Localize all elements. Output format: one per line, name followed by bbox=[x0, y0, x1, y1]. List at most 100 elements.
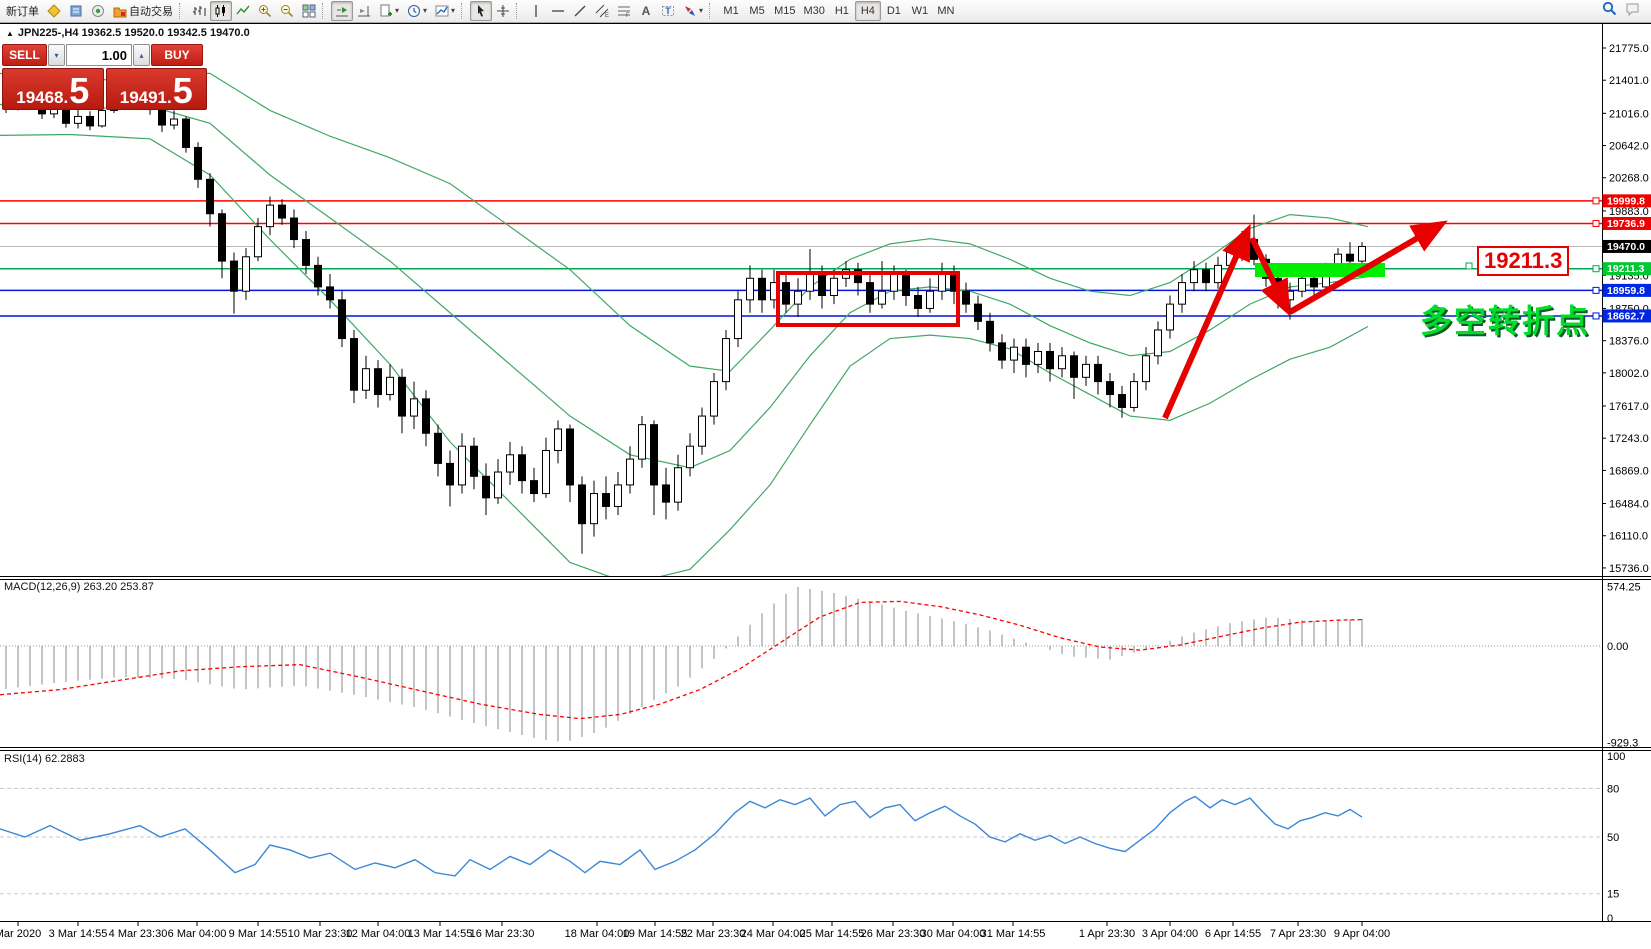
arrows-button[interactable]: ▾ bbox=[679, 1, 707, 21]
rsi-axis-label: 100 bbox=[1607, 751, 1625, 763]
templates-button[interactable]: ▾ bbox=[375, 1, 403, 21]
candle-body bbox=[1346, 253, 1354, 262]
crosshair-button[interactable] bbox=[492, 1, 514, 21]
candle-body bbox=[386, 376, 394, 396]
horizontal-line-button[interactable] bbox=[547, 1, 569, 21]
price-axis-label: 18002.0 bbox=[1609, 368, 1649, 380]
timeframe-m5-button[interactable]: M5 bbox=[744, 1, 770, 21]
sell-button[interactable]: SELL bbox=[2, 44, 47, 66]
new-order-button[interactable]: 新订单 bbox=[2, 1, 43, 21]
candle-body bbox=[1202, 269, 1210, 284]
zoom-out-button[interactable] bbox=[276, 1, 298, 21]
candle-body bbox=[734, 299, 742, 340]
volume-increase-button[interactable]: ▴ bbox=[133, 44, 150, 66]
candle-body bbox=[686, 445, 694, 469]
candle-body bbox=[674, 467, 682, 503]
timeframe-mn-button[interactable]: MN bbox=[933, 1, 959, 21]
timeframe-h1-button[interactable]: H1 bbox=[829, 1, 855, 21]
zoom-out-icon bbox=[280, 4, 294, 18]
indicators-icon bbox=[435, 4, 449, 18]
timeframe-m15-button[interactable]: M15 bbox=[770, 1, 799, 21]
volume-decrease-button[interactable]: ▾ bbox=[48, 44, 65, 66]
favorites-button[interactable] bbox=[43, 1, 65, 21]
volume-input[interactable] bbox=[66, 44, 132, 66]
rsi-axis-label: 50 bbox=[1607, 832, 1619, 844]
date-axis-label: 26 Mar 23:30 bbox=[861, 928, 926, 940]
candle-body bbox=[314, 264, 322, 288]
autoscroll-button[interactable] bbox=[331, 1, 353, 21]
chat-icon[interactable] bbox=[1625, 2, 1641, 21]
candle-body bbox=[458, 445, 466, 486]
candle-body bbox=[254, 226, 262, 258]
candle-body bbox=[710, 381, 718, 417]
toolbar-grip bbox=[516, 3, 521, 19]
timeframe-d1-button[interactable]: D1 bbox=[881, 1, 907, 21]
price-axis-label: 16869.0 bbox=[1609, 465, 1649, 477]
date-axis-label: 9 Mar 14:55 bbox=[229, 928, 288, 940]
fibonacci-button[interactable]: F bbox=[613, 1, 635, 21]
macd-axis-label: 0.00 bbox=[1607, 641, 1628, 653]
line-handle[interactable] bbox=[1592, 265, 1600, 273]
callout-handle[interactable] bbox=[1465, 262, 1473, 270]
candle-body bbox=[782, 282, 790, 305]
vertical-line-button[interactable] bbox=[525, 1, 547, 21]
rsi-axis-label: 80 bbox=[1607, 783, 1619, 795]
buy-button[interactable]: BUY bbox=[151, 44, 203, 66]
tile-windows-button[interactable] bbox=[298, 1, 320, 21]
candle-body bbox=[1094, 363, 1102, 383]
price-axis-label: 16484.0 bbox=[1609, 499, 1649, 511]
date-axis-label: 7 Apr 23:30 bbox=[1270, 928, 1326, 940]
line-handle[interactable] bbox=[1592, 197, 1600, 205]
search-icon[interactable] bbox=[1602, 1, 1617, 21]
line-handle[interactable] bbox=[1592, 286, 1600, 294]
chart-shift-icon bbox=[357, 4, 371, 18]
date-axis-label: 6 Mar 04:00 bbox=[168, 928, 227, 940]
price-axis-label: 21401.0 bbox=[1609, 75, 1649, 87]
indicators-button[interactable]: ▾ bbox=[431, 1, 459, 21]
date-axis-label: 19 Mar 14:55 bbox=[623, 928, 688, 940]
candle-body bbox=[614, 484, 622, 507]
trendline-button[interactable] bbox=[569, 1, 591, 21]
periods-button[interactable]: ▾ bbox=[403, 1, 431, 21]
cursor-button[interactable] bbox=[470, 1, 493, 21]
line-handle[interactable] bbox=[1592, 219, 1600, 227]
channel-icon: E bbox=[595, 4, 609, 18]
zoom-in-button[interactable] bbox=[254, 1, 276, 21]
candles-chart-button[interactable] bbox=[210, 1, 232, 21]
candle-body bbox=[290, 217, 298, 241]
timeframe-m1-button[interactable]: M1 bbox=[718, 1, 744, 21]
candle-body bbox=[1298, 277, 1306, 292]
signal-button[interactable] bbox=[87, 1, 109, 21]
candle-body bbox=[1106, 381, 1114, 396]
toolbar: 新订单 自动交易 ▾ ▾ ▾ E F A T ▾ M1 M5 M15 M30 H… bbox=[0, 0, 1651, 23]
turning-point-note[interactable]: 多空转折点 bbox=[1420, 296, 1590, 342]
line-handle[interactable] bbox=[1592, 312, 1600, 320]
price-callout-label[interactable]: 19211.3 bbox=[1477, 246, 1570, 276]
bars-chart-button[interactable] bbox=[188, 1, 210, 21]
channel-button[interactable]: E bbox=[591, 1, 613, 21]
chart-shift-button[interactable] bbox=[353, 1, 375, 21]
candle-body bbox=[818, 273, 826, 297]
autotrading-button[interactable]: 自动交易 bbox=[109, 1, 177, 21]
label-button[interactable]: T bbox=[657, 1, 679, 21]
toolbar-grip bbox=[322, 3, 327, 19]
macd-axis-label: -929.3 bbox=[1607, 737, 1638, 749]
timeframe-m30-button[interactable]: M30 bbox=[799, 1, 828, 21]
text-button[interactable]: A bbox=[635, 1, 657, 21]
candle-body bbox=[902, 273, 910, 297]
toolbar-grip bbox=[179, 3, 184, 19]
ohlc-text: JPN225-,H4 19362.5 19520.0 19342.5 19470… bbox=[17, 27, 250, 39]
date-axis-label: 3 Mar 14:55 bbox=[49, 928, 108, 940]
timeframe-h4-button[interactable]: H4 bbox=[854, 1, 881, 21]
sell-price-display[interactable]: 19468. 5 bbox=[2, 68, 104, 110]
candle-body bbox=[602, 493, 610, 507]
autotrading-icon bbox=[113, 4, 127, 18]
candle-body bbox=[542, 449, 550, 495]
timeframe-w1-button[interactable]: W1 bbox=[907, 1, 933, 21]
text-label-icon: T bbox=[661, 4, 675, 18]
buy-price-display[interactable]: 19491. 5 bbox=[105, 68, 207, 110]
candle-body bbox=[1058, 355, 1066, 370]
candle-body bbox=[86, 115, 94, 127]
line-chart-button[interactable] bbox=[232, 1, 254, 21]
news-button[interactable] bbox=[65, 1, 87, 21]
